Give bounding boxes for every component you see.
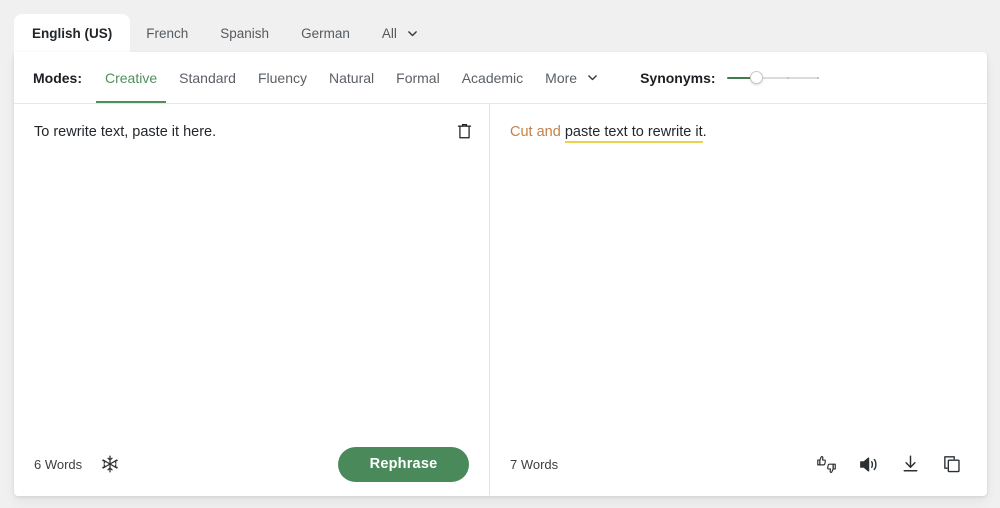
mode-label: Fluency [258,70,307,86]
rephrase-button[interactable]: Rephrase [338,447,469,482]
mode-label: Formal [396,70,440,86]
copy-icon [941,453,963,475]
tab-label: Spanish [220,26,269,41]
snowflake-icon [100,454,120,474]
paraphraser-card: Modes: Creative Standard Fluency Natural… [14,52,987,496]
tab-label: French [146,26,188,41]
trash-icon [456,122,473,140]
slider-thumb[interactable] [750,71,763,84]
mode-creative[interactable]: Creative [94,52,168,103]
listen-button[interactable] [854,450,882,478]
tab-all-languages[interactable]: All [366,14,435,52]
speaker-icon [857,453,880,476]
input-placeholder-text: To rewrite text, paste it here. [34,122,469,144]
mode-label: More [545,70,577,86]
mode-standard[interactable]: Standard [168,52,247,103]
mode-academic[interactable]: Academic [451,52,534,103]
mode-label: Academic [462,70,523,86]
language-tab-strip: English (US) French Spanish German All [0,0,1000,52]
tab-english-us[interactable]: English (US) [14,14,130,52]
mode-label: Standard [179,70,236,86]
synonyms-label: Synonyms: [640,70,715,86]
modes-toolbar: Modes: Creative Standard Fluency Natural… [14,52,987,104]
input-word-count: 6 Words [34,457,82,472]
input-editor[interactable]: To rewrite text, paste it here. [14,104,489,433]
copy-button[interactable] [938,450,966,478]
output-footer: 7 Words [490,433,986,495]
output-pane: Cut and paste text to rewrite it. 7 Word… [490,104,986,495]
modes-label: Modes: [33,70,82,86]
mode-label: Natural [329,70,374,86]
input-pane: To rewrite text, paste it here. 6 Words [14,104,490,495]
mode-more[interactable]: More [534,52,610,103]
snowflake-button[interactable] [98,452,122,476]
tab-label: All [382,26,397,41]
synonyms-control: Synonyms: [640,69,818,87]
input-footer: 6 Words [14,433,489,495]
output-synonym-phrase[interactable]: paste text to rewrite it [565,124,703,143]
mode-formal[interactable]: Formal [385,52,451,103]
editor-panes: To rewrite text, paste it here. 6 Words [14,104,987,495]
mode-fluency[interactable]: Fluency [247,52,318,103]
tab-french[interactable]: French [130,14,204,52]
output-word-count: 7 Words [510,457,558,472]
mode-natural[interactable]: Natural [318,52,385,103]
slider-tick [787,77,789,80]
tab-label: German [301,26,350,41]
output-changed-words: Cut and [510,124,565,140]
synonyms-slider[interactable] [727,69,819,87]
feedback-button[interactable] [812,450,840,478]
download-button[interactable] [896,450,924,478]
output-actions [812,450,966,478]
chevron-down-icon [406,27,419,40]
thumbs-feedback-icon [814,452,839,477]
tab-spanish[interactable]: Spanish [204,14,285,52]
chevron-down-icon [586,71,599,84]
tab-german[interactable]: German [285,14,366,52]
mode-label: Creative [105,70,157,86]
delete-text-button[interactable] [451,118,477,144]
slider-tick [817,77,819,80]
output-plain-text: . [703,124,707,140]
output-text: Cut and paste text to rewrite it. [510,122,966,144]
output-editor[interactable]: Cut and paste text to rewrite it. [490,104,986,433]
tab-label: English (US) [32,26,112,41]
download-icon [900,453,921,475]
